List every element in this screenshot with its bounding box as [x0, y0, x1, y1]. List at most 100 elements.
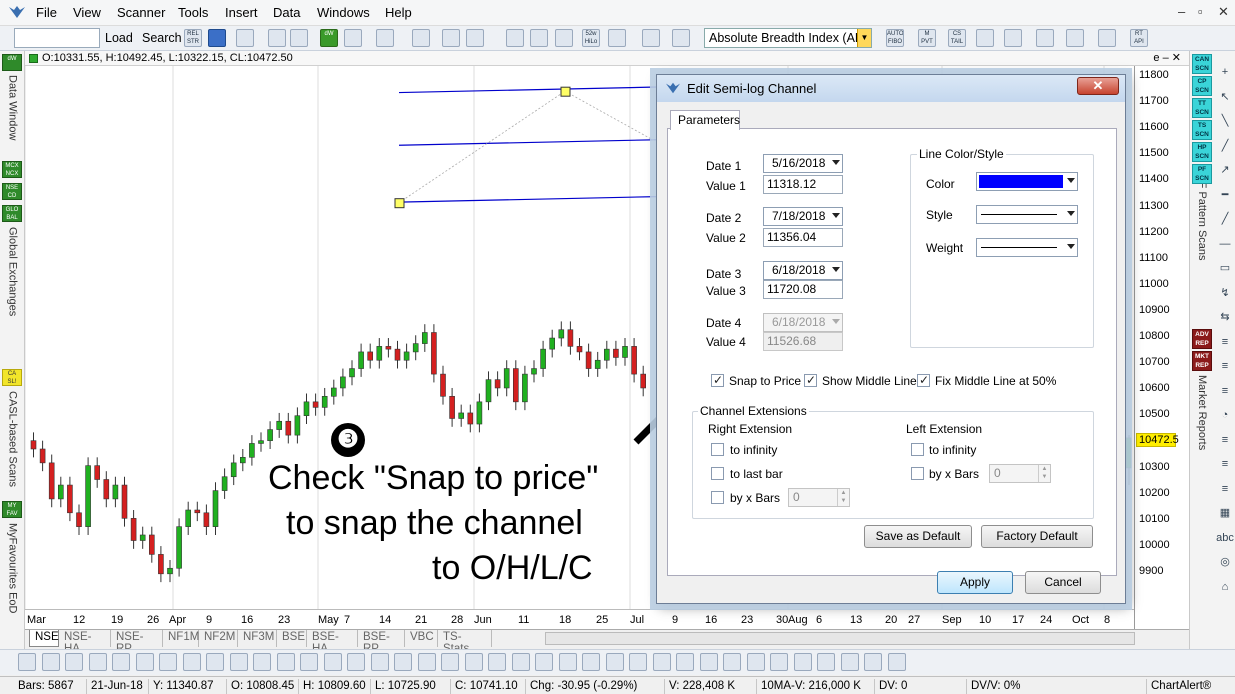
global-badge[interactable]: GLO BAL	[2, 205, 22, 222]
tab-parameters[interactable]: Parameters	[670, 110, 740, 130]
chart-options-icon[interactable]	[208, 29, 226, 47]
bottom-tool-icon[interactable]	[676, 653, 694, 671]
layout-icon[interactable]	[466, 29, 484, 47]
bottom-tool-icon[interactable]	[347, 653, 365, 671]
left-to-infinity-label[interactable]: to infinity	[929, 443, 976, 457]
drawing-tool-icon[interactable]: ╱	[1216, 137, 1234, 155]
ohlc-icon[interactable]	[555, 29, 573, 47]
indicator-icon[interactable]	[608, 29, 626, 47]
symbol-input[interactable]	[14, 28, 100, 48]
bottom-tool-icon[interactable]	[135, 653, 154, 671]
weight-select[interactable]	[976, 238, 1078, 257]
bottom-tool-icon[interactable]	[88, 653, 107, 671]
sheet-tab-bse-ha[interactable]: BSE-HA	[307, 630, 358, 655]
drawing-tool-icon[interactable]: ≡	[1216, 357, 1234, 375]
show-middle-line-label[interactable]: Show Middle Line	[822, 374, 917, 388]
scan-badge-pf-scn[interactable]: PF SCN	[1192, 164, 1212, 184]
right-to-last-bar-label[interactable]: to last bar	[730, 467, 783, 481]
scan-badge-cp-scn[interactable]: CP SCN	[1192, 76, 1212, 96]
factory-default-button[interactable]: Factory Default	[981, 525, 1093, 548]
bottom-tool-icon[interactable]	[887, 653, 906, 671]
bottom-tool-icon[interactable]	[629, 653, 647, 671]
myfavourites-tab[interactable]: MyFavourites EoD	[0, 523, 25, 623]
bottom-tool-icon[interactable]	[817, 653, 835, 671]
drawing-tool-icon[interactable]: ↖	[1216, 88, 1234, 106]
market-reports-tab[interactable]: Market Reports	[1192, 375, 1212, 467]
print-icon[interactable]	[268, 29, 286, 47]
sheet-tab-nse[interactable]: NSE	[29, 630, 59, 647]
date2-picker[interactable]: 7/18/2018	[763, 207, 843, 226]
wave-icon[interactable]	[1036, 29, 1054, 47]
snap-to-price-checkbox[interactable]	[711, 373, 724, 387]
right-to-infinity-checkbox[interactable]	[711, 443, 724, 456]
left-to-infinity-checkbox[interactable]	[911, 443, 924, 456]
m-pvt-button[interactable]: M PVT	[918, 29, 936, 47]
week52-hilo-button[interactable]: 52w HiLo	[582, 29, 600, 47]
bottom-tool-icon[interactable]	[41, 653, 60, 671]
drawing-tool-icon[interactable]: ≡	[1216, 455, 1234, 473]
drawing-tool-icon[interactable]: ▦	[1216, 504, 1234, 522]
indicator-select[interactable]: Absolute Breadth Index (ABI ▼	[704, 28, 872, 48]
right-to-infinity-label[interactable]: to infinity	[730, 443, 777, 457]
bottom-tool-icon[interactable]	[370, 653, 389, 671]
global-exchanges-tab[interactable]: Global Exchanges	[0, 227, 25, 317]
bottom-tool-icon[interactable]	[159, 653, 177, 671]
date3-picker[interactable]: 6/18/2018	[763, 261, 843, 280]
drawing-tool-icon[interactable]: ━	[1216, 186, 1234, 204]
chevron-down-icon[interactable]	[1067, 178, 1075, 183]
sheet-tab-ts-stats[interactable]: TS-Stats	[438, 630, 492, 655]
web-icon[interactable]	[442, 29, 460, 47]
bottom-tool-icon[interactable]	[18, 653, 36, 671]
drawing-tool-icon[interactable]: —	[1216, 235, 1234, 253]
right-to-last-bar-checkbox[interactable]	[711, 467, 724, 480]
scan-badge-can-scn[interactable]: CAN SCN	[1192, 54, 1212, 74]
bottom-tool-icon[interactable]	[746, 653, 765, 671]
sheet-tab-nf2m[interactable]: NF2M	[199, 630, 238, 647]
drawing-tool-icon[interactable]: ◎	[1216, 553, 1234, 571]
drawing-tool-icon[interactable]: +	[1216, 63, 1234, 81]
bottom-tool-icon[interactable]	[488, 653, 506, 671]
mcx-badge[interactable]: MCX NCX	[2, 161, 22, 178]
restore-icon[interactable]: ▫	[1198, 4, 1203, 19]
cancel-button[interactable]: Cancel	[1025, 571, 1101, 594]
menu-scanner[interactable]: Scanner	[117, 5, 165, 20]
bottom-tool-icon[interactable]	[605, 653, 624, 671]
rt-api-button[interactable]: RT API	[1130, 29, 1148, 47]
bottom-tool-icon[interactable]	[511, 653, 530, 671]
bottom-tool-icon[interactable]	[394, 653, 412, 671]
drawing-tool-icon[interactable]: ≡	[1216, 382, 1234, 400]
bottom-tool-icon[interactable]	[276, 653, 295, 671]
drawing-tool-icon[interactable]: ╱	[1216, 210, 1234, 228]
report-badge-1[interactable]: MKT REP	[1192, 351, 1212, 371]
drawing-tool-icon[interactable]: ↗	[1216, 161, 1234, 179]
signal-icon[interactable]	[976, 29, 994, 47]
chevron-down-icon[interactable]	[1067, 244, 1075, 249]
fix-middle-line-label[interactable]: Fix Middle Line at 50%	[935, 374, 1056, 388]
value2-field[interactable]: 11356.04	[763, 228, 843, 247]
chevron-down-icon[interactable]	[832, 160, 840, 165]
color-picker[interactable]	[976, 172, 1078, 191]
bottom-tool-icon[interactable]	[699, 653, 718, 671]
data-window-button[interactable]: dW	[320, 29, 338, 47]
snap-to-price-label[interactable]: Snap to Price	[729, 374, 801, 388]
cs-tail-button[interactable]: CS TAIL	[948, 29, 966, 47]
color-icon[interactable]	[376, 29, 394, 47]
save-icon[interactable]	[236, 29, 254, 47]
pointer-icon[interactable]	[344, 29, 362, 47]
chevron-down-icon[interactable]	[832, 267, 840, 272]
menu-data[interactable]: Data	[273, 5, 300, 20]
bottom-tool-icon[interactable]	[417, 653, 436, 671]
horizontal-scrollbar[interactable]	[545, 632, 1135, 645]
envelope-icon[interactable]	[672, 29, 690, 47]
drawing-tool-icon[interactable]: ⌂	[1216, 578, 1234, 596]
tas-icon[interactable]	[1004, 29, 1022, 47]
chart-window-controls[interactable]: e – ✕	[1153, 51, 1181, 66]
chevron-down-icon[interactable]	[832, 213, 840, 218]
casl-badge[interactable]: CA SL!	[2, 369, 22, 386]
drawing-tool-icon[interactable]: ≡	[1216, 480, 1234, 498]
bottom-tool-icon[interactable]	[535, 653, 553, 671]
close-icon[interactable]: ✕	[1218, 4, 1229, 20]
fix-middle-line-checkbox[interactable]	[917, 373, 930, 387]
bottom-tool-icon[interactable]	[300, 653, 318, 671]
bottom-tool-icon[interactable]	[464, 653, 483, 671]
